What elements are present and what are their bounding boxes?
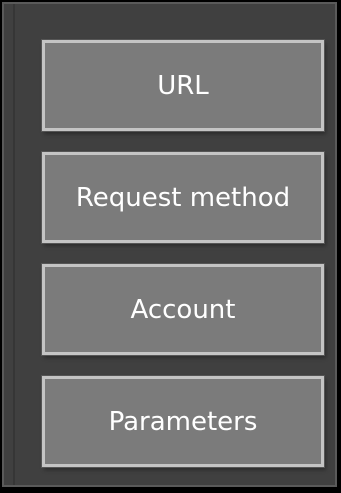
parameters-button[interactable]: Parameters (42, 376, 324, 467)
button-panel: URL Request method Account Parameters (2, 2, 337, 487)
account-button-label: Account (130, 294, 236, 325)
panel-edge-divider (13, 4, 15, 485)
request-method-button-label: Request method (75, 182, 291, 213)
parameters-button-label: Parameters (108, 406, 258, 437)
url-button-label: URL (157, 70, 209, 101)
url-button[interactable]: URL (42, 40, 324, 131)
request-method-button[interactable]: Request method (42, 152, 324, 243)
account-button[interactable]: Account (42, 264, 324, 355)
